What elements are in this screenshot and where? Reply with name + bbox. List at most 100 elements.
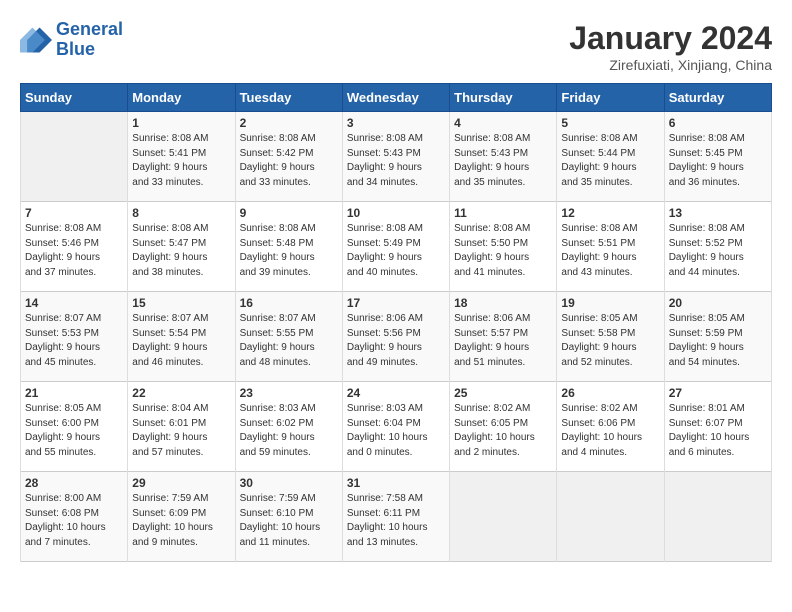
week-row-3: 14Sunrise: 8:07 AM Sunset: 5:53 PM Dayli… — [21, 292, 772, 382]
day-cell: 4 Sunrise: 8:08 AM Sunset: 5:43 PM Daylig… — [450, 112, 557, 202]
day-info: Sunrise: 8:08 AM Sunset: 5:52 PM Dayligh… — [669, 222, 767, 280]
day-info: Sunrise: 8:05 AM Sunset: 6:00 PM Dayligh… — [25, 402, 123, 460]
day-number: 7 — [25, 206, 123, 220]
day-info: Sunrise: 8:08 AM Sunset: 5:49 PM Dayligh… — [347, 222, 445, 280]
day-info: Sunrise: 8:07 AM Sunset: 5:55 PM Dayligh… — [240, 312, 338, 370]
day-number: 1 — [132, 116, 230, 130]
day-cell: 31 Sunrise: 7:58 AM Sunset: 6:11 PM Dayli… — [342, 472, 449, 562]
week-row-4: 21 Sunrise: 8:05 AM Sunset: 6:00 PM Dayli… — [21, 382, 772, 472]
day-number: 24 — [347, 386, 445, 400]
day-info: Sunrise: 8:02 AM Sunset: 6:05 PM Dayligh… — [454, 402, 552, 460]
day-number: 5 — [561, 116, 659, 130]
month-title: January 2024 — [569, 20, 772, 57]
day-number: 21 — [25, 386, 123, 400]
day-cell: 22 Sunrise: 8:04 AM Sunset: 6:01 PM Dayli… — [128, 382, 235, 472]
day-number: 23 — [240, 386, 338, 400]
day-number: 25 — [454, 386, 552, 400]
header-wednesday: Wednesday — [342, 84, 449, 112]
day-cell: 7 Sunrise: 8:08 AM Sunset: 5:46 PM Daylig… — [21, 202, 128, 292]
day-number: 15 — [132, 296, 230, 310]
day-cell: 13Sunrise: 8:08 AM Sunset: 5:52 PM Dayli… — [664, 202, 771, 292]
day-info: Sunrise: 8:08 AM Sunset: 5:43 PM Dayligh… — [347, 132, 445, 190]
day-cell: 24 Sunrise: 8:03 AM Sunset: 6:04 PM Dayli… — [342, 382, 449, 472]
day-cell: 20 Sunrise: 8:05 AM Sunset: 5:59 PM Dayli… — [664, 292, 771, 382]
day-info: Sunrise: 8:08 AM Sunset: 5:46 PM Dayligh… — [25, 222, 123, 280]
day-number: 10 — [347, 206, 445, 220]
day-number: 20 — [669, 296, 767, 310]
logo-text: General Blue — [56, 20, 123, 60]
header-saturday: Saturday — [664, 84, 771, 112]
calendar-table: SundayMondayTuesdayWednesdayThursdayFrid… — [20, 83, 772, 562]
day-cell: 21 Sunrise: 8:05 AM Sunset: 6:00 PM Dayli… — [21, 382, 128, 472]
day-info: Sunrise: 8:08 AM Sunset: 5:47 PM Dayligh… — [132, 222, 230, 280]
day-cell — [664, 472, 771, 562]
day-info: Sunrise: 8:00 AM Sunset: 6:08 PM Dayligh… — [25, 492, 123, 550]
day-number: 31 — [347, 476, 445, 490]
day-number: 17 — [347, 296, 445, 310]
title-block: January 2024 Zirefuxiati, Xinjiang, Chin… — [569, 20, 772, 73]
day-info: Sunrise: 8:08 AM Sunset: 5:42 PM Dayligh… — [240, 132, 338, 190]
header-friday: Friday — [557, 84, 664, 112]
day-info: Sunrise: 8:05 AM Sunset: 5:59 PM Dayligh… — [669, 312, 767, 370]
day-info: Sunrise: 7:59 AM Sunset: 6:10 PM Dayligh… — [240, 492, 338, 550]
header-monday: Monday — [128, 84, 235, 112]
day-number: 9 — [240, 206, 338, 220]
day-info: Sunrise: 8:06 AM Sunset: 5:56 PM Dayligh… — [347, 312, 445, 370]
day-number: 19 — [561, 296, 659, 310]
day-number: 27 — [669, 386, 767, 400]
day-info: Sunrise: 8:05 AM Sunset: 5:58 PM Dayligh… — [561, 312, 659, 370]
day-cell: 12Sunrise: 8:08 AM Sunset: 5:51 PM Dayli… — [557, 202, 664, 292]
day-info: Sunrise: 8:08 AM Sunset: 5:48 PM Dayligh… — [240, 222, 338, 280]
day-cell — [450, 472, 557, 562]
day-cell: 15Sunrise: 8:07 AM Sunset: 5:54 PM Dayli… — [128, 292, 235, 382]
day-number: 3 — [347, 116, 445, 130]
day-info: Sunrise: 8:03 AM Sunset: 6:04 PM Dayligh… — [347, 402, 445, 460]
day-cell: 30 Sunrise: 7:59 AM Sunset: 6:10 PM Dayli… — [235, 472, 342, 562]
day-cell: 9 Sunrise: 8:08 AM Sunset: 5:48 PM Daylig… — [235, 202, 342, 292]
day-cell: 28 Sunrise: 8:00 AM Sunset: 6:08 PM Dayli… — [21, 472, 128, 562]
day-info: Sunrise: 8:08 AM Sunset: 5:51 PM Dayligh… — [561, 222, 659, 280]
day-number: 30 — [240, 476, 338, 490]
day-number: 18 — [454, 296, 552, 310]
header-sunday: Sunday — [21, 84, 128, 112]
day-cell: 17 Sunrise: 8:06 AM Sunset: 5:56 PM Dayli… — [342, 292, 449, 382]
day-cell: 27 Sunrise: 8:01 AM Sunset: 6:07 PM Dayli… — [664, 382, 771, 472]
day-cell: 3 Sunrise: 8:08 AM Sunset: 5:43 PM Daylig… — [342, 112, 449, 202]
day-cell — [21, 112, 128, 202]
week-row-2: 7 Sunrise: 8:08 AM Sunset: 5:46 PM Daylig… — [21, 202, 772, 292]
day-cell: 14Sunrise: 8:07 AM Sunset: 5:53 PM Dayli… — [21, 292, 128, 382]
week-row-1: 1 Sunrise: 8:08 AM Sunset: 5:41 PM Daylig… — [21, 112, 772, 202]
day-cell: 5 Sunrise: 8:08 AM Sunset: 5:44 PM Daylig… — [557, 112, 664, 202]
day-number: 4 — [454, 116, 552, 130]
day-number: 28 — [25, 476, 123, 490]
day-cell: 8Sunrise: 8:08 AM Sunset: 5:47 PM Daylig… — [128, 202, 235, 292]
day-info: Sunrise: 8:08 AM Sunset: 5:44 PM Dayligh… — [561, 132, 659, 190]
day-cell: 10 Sunrise: 8:08 AM Sunset: 5:49 PM Dayli… — [342, 202, 449, 292]
day-cell: 16 Sunrise: 8:07 AM Sunset: 5:55 PM Dayli… — [235, 292, 342, 382]
day-number: 2 — [240, 116, 338, 130]
day-cell: 2 Sunrise: 8:08 AM Sunset: 5:42 PM Daylig… — [235, 112, 342, 202]
day-number: 29 — [132, 476, 230, 490]
day-number: 22 — [132, 386, 230, 400]
day-info: Sunrise: 8:03 AM Sunset: 6:02 PM Dayligh… — [240, 402, 338, 460]
day-info: Sunrise: 8:01 AM Sunset: 6:07 PM Dayligh… — [669, 402, 767, 460]
day-info: Sunrise: 8:04 AM Sunset: 6:01 PM Dayligh… — [132, 402, 230, 460]
day-info: Sunrise: 7:59 AM Sunset: 6:09 PM Dayligh… — [132, 492, 230, 550]
day-info: Sunrise: 8:08 AM Sunset: 5:50 PM Dayligh… — [454, 222, 552, 280]
header-tuesday: Tuesday — [235, 84, 342, 112]
logo-icon — [20, 24, 52, 56]
day-number: 11 — [454, 206, 552, 220]
day-number: 16 — [240, 296, 338, 310]
day-cell — [557, 472, 664, 562]
day-cell: 18Sunrise: 8:06 AM Sunset: 5:57 PM Dayli… — [450, 292, 557, 382]
day-number: 26 — [561, 386, 659, 400]
day-info: Sunrise: 8:08 AM Sunset: 5:43 PM Dayligh… — [454, 132, 552, 190]
day-info: Sunrise: 8:08 AM Sunset: 5:41 PM Dayligh… — [132, 132, 230, 190]
day-info: Sunrise: 7:58 AM Sunset: 6:11 PM Dayligh… — [347, 492, 445, 550]
day-info: Sunrise: 8:07 AM Sunset: 5:53 PM Dayligh… — [25, 312, 123, 370]
day-cell: 1 Sunrise: 8:08 AM Sunset: 5:41 PM Daylig… — [128, 112, 235, 202]
day-cell: 23 Sunrise: 8:03 AM Sunset: 6:02 PM Dayli… — [235, 382, 342, 472]
day-cell: 26Sunrise: 8:02 AM Sunset: 6:06 PM Dayli… — [557, 382, 664, 472]
logo-line2: Blue — [56, 39, 95, 59]
day-cell: 29 Sunrise: 7:59 AM Sunset: 6:09 PM Dayli… — [128, 472, 235, 562]
